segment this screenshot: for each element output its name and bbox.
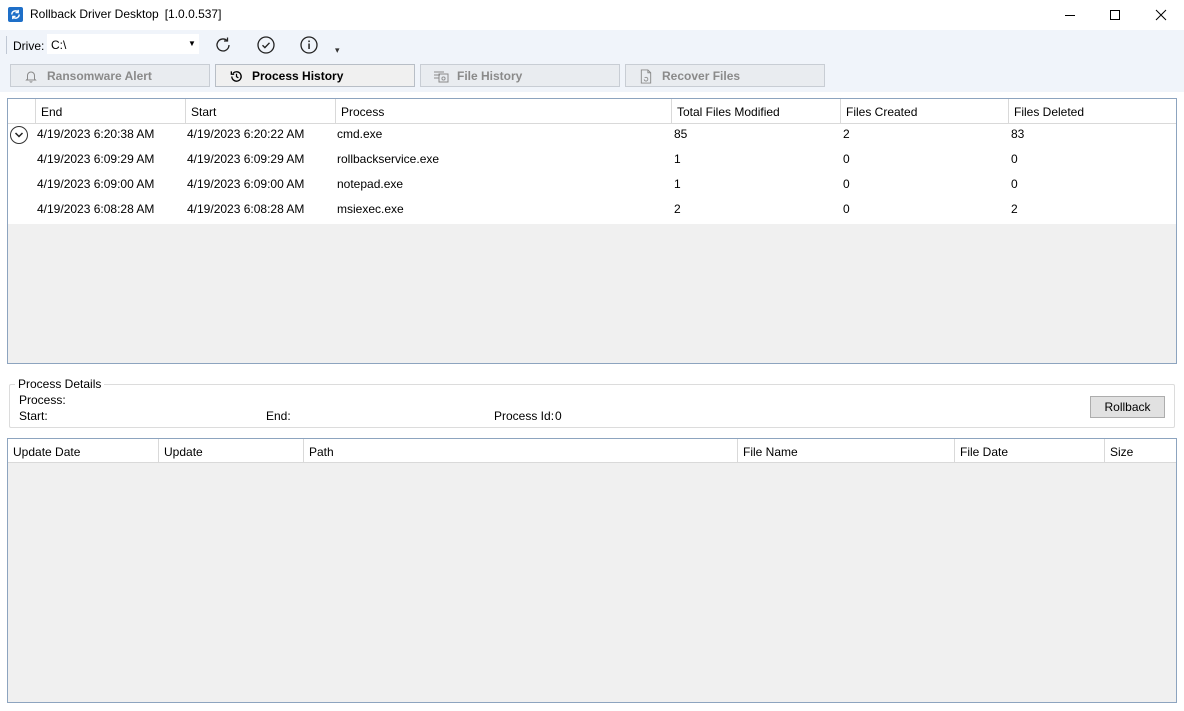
title-bar: Rollback Driver Desktop [1.0.0.537] <box>0 0 1184 30</box>
table-row[interactable]: 4/19/2023 6:09:00 AM 4/19/2023 6:09:00 A… <box>8 174 1176 199</box>
refresh-button[interactable] <box>212 34 234 56</box>
tab-label: Process History <box>252 69 344 83</box>
maximize-button[interactable] <box>1092 0 1138 30</box>
minimize-icon <box>1065 15 1075 16</box>
column-header-total-files-modified[interactable]: Total Files Modified <box>671 99 840 124</box>
column-header-file-name[interactable]: File Name <box>738 439 955 463</box>
process-id-label: Process Id: <box>494 409 555 423</box>
column-header-process[interactable]: Process <box>335 99 671 124</box>
recover-file-icon <box>638 68 654 84</box>
tab-ransomware-alert[interactable]: Ransomware Alert <box>10 64 210 87</box>
file-history-icon <box>433 68 449 84</box>
drive-label: Drive: <box>13 39 45 53</box>
verify-button[interactable] <box>255 34 277 56</box>
cell-files-deleted: 0 <box>1011 152 1018 166</box>
drive-select[interactable] <box>47 34 199 54</box>
start-label: Start: <box>19 409 48 423</box>
cell-start: 4/19/2023 6:09:00 AM <box>187 177 305 191</box>
cell-files-created: 0 <box>843 202 850 216</box>
column-header-end[interactable]: End <box>35 99 185 124</box>
table-row[interactable]: 4/19/2023 6:08:28 AM 4/19/2023 6:08:28 A… <box>8 199 1176 224</box>
rollback-button[interactable]: Rollback <box>1090 396 1165 418</box>
info-icon <box>300 36 318 54</box>
process-grid-rows: 4/19/2023 6:20:38 AM 4/19/2023 6:20:22 A… <box>8 124 1176 224</box>
cell-end: 4/19/2023 6:08:28 AM <box>37 202 155 216</box>
cell-files-deleted: 0 <box>1011 177 1018 191</box>
bell-icon <box>23 68 39 84</box>
tab-file-history[interactable]: File History <box>420 64 620 87</box>
tab-label: Ransomware Alert <box>47 69 152 83</box>
toolbar-grip <box>6 36 7 54</box>
file-changes-grid[interactable]: Update Date Update Path File Name File D… <box>7 438 1177 703</box>
refresh-icon <box>216 37 230 52</box>
column-header-update[interactable]: Update <box>159 439 304 463</box>
column-header-path[interactable]: Path <box>304 439 738 463</box>
tab-recover-files[interactable]: Recover Files <box>625 64 825 87</box>
column-header-files-created[interactable]: Files Created <box>840 99 1008 124</box>
cell-total-files-modified: 85 <box>674 127 688 141</box>
cell-end: 4/19/2023 6:09:00 AM <box>37 177 155 191</box>
process-id-value: 0 <box>555 409 562 423</box>
chevron-down-icon[interactable] <box>10 126 28 144</box>
cell-files-created: 2 <box>843 127 850 141</box>
chevron-down-icon[interactable]: ▼ <box>188 39 196 48</box>
history-icon <box>228 68 244 84</box>
end-label: End: <box>266 409 291 423</box>
window-title-text: Rollback Driver Desktop <box>30 7 159 21</box>
close-button[interactable] <box>1138 0 1184 30</box>
table-row[interactable]: 4/19/2023 6:09:29 AM 4/19/2023 6:09:29 A… <box>8 149 1176 174</box>
process-history-grid[interactable]: End Start Process Total Files Modified F… <box>7 98 1177 364</box>
window-title: Rollback Driver Desktop [1.0.0.537] <box>30 7 221 21</box>
cell-process: cmd.exe <box>337 127 383 141</box>
process-grid-header: End Start Process Total Files Modified F… <box>8 99 1176 124</box>
minimize-button[interactable] <box>1047 0 1093 30</box>
drive-value: C:\ <box>51 38 67 52</box>
close-icon <box>1155 9 1167 21</box>
cell-total-files-modified: 1 <box>674 152 681 166</box>
process-label: Process: <box>19 393 66 407</box>
cell-start: 4/19/2023 6:08:28 AM <box>187 202 305 216</box>
cell-files-deleted: 83 <box>1011 127 1025 141</box>
column-header-files-deleted[interactable]: Files Deleted <box>1008 99 1176 124</box>
column-header-start[interactable]: Start <box>185 99 335 124</box>
tab-label: Recover Files <box>662 69 741 83</box>
cell-start: 4/19/2023 6:20:22 AM <box>187 127 305 141</box>
info-button[interactable] <box>298 34 320 56</box>
maximize-icon <box>1110 10 1120 20</box>
file-grid-header: Update Date Update Path File Name File D… <box>8 439 1176 463</box>
cell-end: 4/19/2023 6:20:38 AM <box>37 127 155 141</box>
table-row[interactable]: 4/19/2023 6:20:38 AM 4/19/2023 6:20:22 A… <box>8 124 1176 149</box>
cell-process: notepad.exe <box>337 177 404 191</box>
window-version: [1.0.0.537] <box>164 7 222 21</box>
cell-process: msiexec.exe <box>337 202 404 216</box>
cell-total-files-modified: 1 <box>674 177 681 191</box>
tab-process-history[interactable]: Process History <box>215 64 415 87</box>
cell-files-created: 0 <box>843 177 850 191</box>
cell-start: 4/19/2023 6:09:29 AM <box>187 152 305 166</box>
column-header-file-date[interactable]: File Date <box>955 439 1105 463</box>
column-header-update-date[interactable]: Update Date <box>8 439 159 463</box>
cell-files-deleted: 2 <box>1011 202 1018 216</box>
cell-end: 4/19/2023 6:09:29 AM <box>37 152 155 166</box>
tab-label: File History <box>457 69 523 83</box>
cell-total-files-modified: 2 <box>674 202 681 216</box>
toolbar-overflow-icon[interactable]: ▾ <box>335 45 340 56</box>
process-details-group <box>9 384 1175 428</box>
process-details-legend: Process Details <box>15 377 105 391</box>
column-header-size[interactable]: Size <box>1105 439 1176 463</box>
cell-process: rollbackservice.exe <box>337 152 440 166</box>
check-circle-icon <box>257 36 275 54</box>
app-logo-icon <box>8 7 23 22</box>
cell-files-created: 0 <box>843 152 850 166</box>
